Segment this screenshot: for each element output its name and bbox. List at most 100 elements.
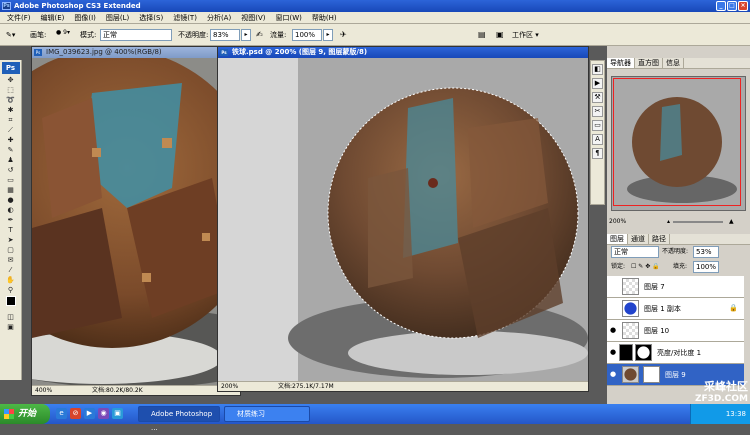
- navigator-zoom-bar: 200% ▴ ▲: [609, 216, 748, 228]
- workspace-icon[interactable]: ▣: [496, 29, 504, 41]
- tablet-pressure-icon[interactable]: ✍: [256, 29, 263, 41]
- healing-tool-icon[interactable]: ✚: [2, 136, 20, 145]
- opacity-arrow-icon[interactable]: ▸: [241, 29, 251, 41]
- maximize-button[interactable]: □: [727, 1, 737, 11]
- navigator-view-box[interactable]: [613, 78, 741, 206]
- actions-panel-icon[interactable]: ▶: [592, 78, 603, 89]
- tab-layers[interactable]: 图层: [607, 234, 628, 244]
- brushes-panel-icon[interactable]: ✂: [592, 106, 603, 117]
- iron-ball-canvas[interactable]: [218, 58, 588, 381]
- notes-tool-icon[interactable]: ✉: [2, 256, 20, 265]
- document-title-bar[interactable]: Ps IMG_039623.jpg @ 400%(RGB/8): [32, 47, 240, 58]
- lasso-tool-icon[interactable]: ➰: [2, 96, 20, 105]
- fill-input[interactable]: 100%: [693, 261, 719, 273]
- layer-row[interactable]: ● 图层 10: [607, 320, 744, 342]
- slice-tool-icon[interactable]: ⟋: [2, 126, 20, 135]
- pen-tool-icon[interactable]: ✒: [2, 216, 20, 225]
- flow-arrow-icon[interactable]: ▸: [323, 29, 333, 41]
- path-selection-tool-icon[interactable]: ➤: [2, 236, 20, 245]
- app-icon[interactable]: ◉: [98, 408, 109, 419]
- menu-edit[interactable]: 编辑(E): [36, 12, 70, 24]
- taskbar-button-photoshop[interactable]: Adobe Photoshop ...: [138, 406, 220, 432]
- airbrush-icon[interactable]: ✈: [340, 29, 347, 41]
- screen-mode-icon[interactable]: ▣: [2, 323, 20, 332]
- ie-icon[interactable]: e: [56, 408, 67, 419]
- color-swatches-icon[interactable]: [2, 296, 20, 312]
- eraser-tool-icon[interactable]: ▭: [2, 176, 20, 185]
- visibility-eye-icon[interactable]: [609, 282, 617, 290]
- blend-mode-select[interactable]: 正常: [611, 246, 659, 258]
- marquee-tool-icon[interactable]: ⬚: [2, 86, 20, 95]
- document-zoom[interactable]: 400%: [35, 386, 52, 396]
- zoom-tool-icon[interactable]: ⚲: [2, 286, 20, 295]
- layer-row[interactable]: ● 亮度/对比度 1: [607, 342, 744, 364]
- blur-tool-icon[interactable]: ●: [2, 196, 20, 205]
- document-window-reference[interactable]: Ps IMG_039623.jpg @ 400%(RGB/8) 400% 文档:…: [31, 46, 241, 396]
- layer-row[interactable]: 图层 1 副本 🔒: [607, 298, 744, 320]
- menu-file[interactable]: 文件(F): [2, 12, 36, 24]
- tool-presets-icon[interactable]: ⚒: [592, 92, 603, 103]
- zoom-out-icon[interactable]: ▴: [667, 216, 670, 228]
- menu-layer[interactable]: 图层(L): [101, 12, 134, 24]
- menu-window[interactable]: 窗口(W): [270, 12, 306, 24]
- menu-image[interactable]: 图像(I): [69, 12, 101, 24]
- tab-navigator[interactable]: 导航器: [607, 58, 635, 68]
- layer-opacity-input[interactable]: 53%: [693, 246, 719, 258]
- reference-canvas[interactable]: [32, 58, 240, 385]
- start-button[interactable]: 开始: [0, 404, 50, 424]
- magic-wand-tool-icon[interactable]: ✱: [2, 106, 20, 115]
- tab-paths[interactable]: 路径: [649, 234, 670, 244]
- menu-view[interactable]: 视图(V): [236, 12, 270, 24]
- menu-select[interactable]: 选择(S): [134, 12, 168, 24]
- document-icon: Ps: [34, 49, 42, 56]
- menu-analysis[interactable]: 分析(A): [202, 12, 236, 24]
- character-panel-icon[interactable]: A: [592, 134, 603, 145]
- layer-row[interactable]: 图层 7: [607, 276, 744, 298]
- shape-tool-icon[interactable]: ▢: [2, 246, 20, 255]
- taskbar-button-folder[interactable]: 材质练习: [224, 406, 310, 422]
- document-title-bar-active[interactable]: Ps 铁球.psd @ 200% (图层 9, 图层蒙版/8): [218, 47, 588, 58]
- crop-tool-icon[interactable]: ⌗: [2, 116, 20, 125]
- lock-icons[interactable]: ☐ ✎ ✥ 🔒: [631, 261, 660, 273]
- tab-channels[interactable]: 通道: [628, 234, 649, 244]
- document-title-active: 铁球.psd @ 200% (图层 9, 图层蒙版/8): [232, 48, 368, 56]
- menu-help[interactable]: 帮助(H): [307, 12, 342, 24]
- desktop-icon[interactable]: ▣: [112, 408, 123, 419]
- palette-well-icon[interactable]: ▤: [478, 29, 486, 41]
- menu-filter[interactable]: 滤镜(T): [168, 12, 202, 24]
- tab-histogram[interactable]: 直方图: [635, 58, 663, 68]
- visibility-eye-icon[interactable]: [609, 304, 617, 312]
- workspace-menu[interactable]: 工作区 ▾: [512, 29, 539, 41]
- clone-source-icon[interactable]: ▭: [592, 120, 603, 131]
- zoom-in-icon[interactable]: ▲: [729, 216, 734, 228]
- quick-mask-icon[interactable]: ◫: [2, 313, 20, 322]
- close-button[interactable]: ×: [738, 1, 748, 11]
- navigator-zoom-slider[interactable]: [673, 221, 723, 223]
- brush-tool-icon[interactable]: ✎▾: [6, 29, 15, 41]
- brush-tool-icon[interactable]: ✎: [2, 146, 20, 155]
- tab-info[interactable]: 信息: [663, 58, 684, 68]
- move-tool-icon[interactable]: ✥: [2, 76, 20, 85]
- opacity-input[interactable]: 83%: [210, 29, 240, 41]
- gradient-tool-icon[interactable]: ▦: [2, 186, 20, 195]
- dodge-tool-icon[interactable]: ◐: [2, 206, 20, 215]
- paragraph-panel-icon[interactable]: ¶: [592, 148, 603, 159]
- stop-icon[interactable]: ⊘: [70, 408, 81, 419]
- document-window-iron-ball[interactable]: Ps 铁球.psd @ 200% (图层 9, 图层蒙版/8) 200% 文档:…: [217, 46, 589, 392]
- type-tool-icon[interactable]: T: [2, 226, 20, 235]
- minimize-button[interactable]: _: [716, 1, 726, 11]
- visibility-eye-icon[interactable]: ●: [609, 370, 617, 378]
- history-panel-icon[interactable]: ◧: [592, 64, 603, 75]
- history-brush-tool-icon[interactable]: ↺: [2, 166, 20, 175]
- brush-preset-picker[interactable]: ● 9▾: [56, 27, 70, 39]
- hand-tool-icon[interactable]: ✋: [2, 276, 20, 285]
- flow-input[interactable]: 100%: [292, 29, 322, 41]
- visibility-eye-icon[interactable]: ●: [609, 348, 617, 356]
- visibility-eye-icon[interactable]: ●: [609, 326, 617, 334]
- eyedropper-tool-icon[interactable]: ⁄: [2, 266, 20, 275]
- player-icon[interactable]: ▶: [84, 408, 95, 419]
- navigator-zoom[interactable]: 200%: [609, 218, 626, 225]
- document-zoom-active[interactable]: 200%: [221, 382, 238, 392]
- mode-select[interactable]: 正常: [100, 29, 172, 41]
- clone-stamp-tool-icon[interactable]: ♟: [2, 156, 20, 165]
